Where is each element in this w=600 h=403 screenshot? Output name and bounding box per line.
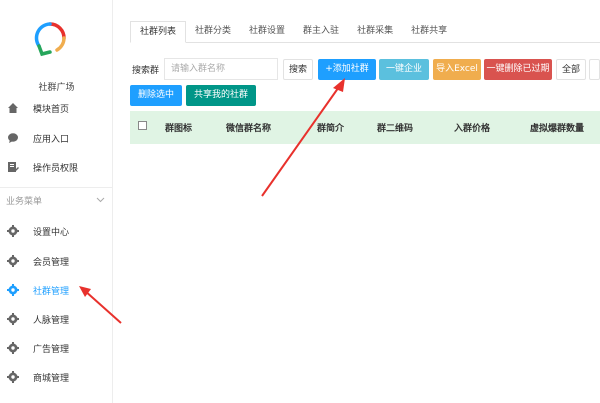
tab-community-collect[interactable]: 社群采集 <box>348 21 402 43</box>
column-header: 群简介 <box>317 124 345 134</box>
sidebar-item-app-entry[interactable]: 应用入口 <box>0 127 113 149</box>
search-label: 搜索群 <box>132 66 160 76</box>
column-header: 虚拟爆群数量 <box>530 124 585 134</box>
sidebar-item-label: 操作员权限 <box>33 163 79 174</box>
tab-bar: 社群列表 社群分类 社群设置 群主入驻 社群采集 社群共享 <box>130 21 600 43</box>
section-label: 业务菜单 <box>6 197 43 207</box>
gear-icon <box>6 370 20 384</box>
main-content: 社群列表 社群分类 社群设置 群主入驻 社群采集 社群共享 搜索群 搜索 +添加… <box>113 0 600 403</box>
delete-selected-button[interactable]: 删除选中 <box>130 85 182 106</box>
sidebar-item-home[interactable]: 模块首页 <box>0 97 113 119</box>
home-icon <box>6 101 20 115</box>
chat-bubble-icon <box>6 131 20 145</box>
sidebar-item-contacts-management[interactable]: 人脉管理 <box>0 308 113 330</box>
import-excel-button[interactable]: 导入Excel <box>433 59 481 80</box>
search-input[interactable] <box>164 58 278 80</box>
sidebar-item-community-management[interactable]: 社群管理 <box>0 279 113 301</box>
all-button[interactable]: 全部 <box>556 59 586 80</box>
sidebar-item-member-management[interactable]: 会员管理 <box>0 250 113 272</box>
gear-icon <box>6 254 20 268</box>
more-button[interactable] <box>589 59 600 80</box>
logo <box>30 18 70 68</box>
chevron-down-icon <box>96 196 105 206</box>
column-header: 群二维码 <box>377 124 414 134</box>
sidebar: 社群广场 模块首页 应用入口 操作员权限 业务菜单 设置中心 会员管理 社群管理… <box>0 0 113 403</box>
tab-community-share[interactable]: 社群共享 <box>402 21 456 43</box>
column-header: 微信群名称 <box>226 124 272 134</box>
add-community-button[interactable]: +添加社群 <box>318 59 376 80</box>
select-all-checkbox[interactable] <box>138 121 147 130</box>
one-click-enterprise-button[interactable]: 一键企业 <box>379 59 429 80</box>
sidebar-item-label: 会员管理 <box>33 257 70 268</box>
user-edit-icon <box>6 160 20 174</box>
sidebar-item-label: 商城管理 <box>33 373 70 384</box>
sidebar-item-ad-management[interactable]: 广告管理 <box>0 337 113 359</box>
sidebar-item-settings-center[interactable]: 设置中心 <box>0 220 113 242</box>
search-button[interactable]: 搜索 <box>283 59 313 80</box>
tab-community-list[interactable]: 社群列表 <box>130 21 187 43</box>
sidebar-item-label: 设置中心 <box>33 227 70 238</box>
column-header: 群图标 <box>165 124 193 134</box>
tab-community-settings[interactable]: 社群设置 <box>240 21 294 43</box>
gear-icon <box>6 341 20 355</box>
gear-icon <box>6 312 20 326</box>
sidebar-item-label: 应用入口 <box>33 134 70 145</box>
sidebar-item-operator-permissions[interactable]: 操作员权限 <box>0 156 113 178</box>
sidebar-item-label: 模块首页 <box>33 104 70 115</box>
tab-community-categories[interactable]: 社群分类 <box>186 21 240 43</box>
app-name: 社群广场 <box>38 83 75 93</box>
sidebar-section-business[interactable]: 业务菜单 <box>0 187 113 213</box>
column-header: 入群价格 <box>454 124 491 134</box>
gear-icon <box>6 283 20 297</box>
share-my-community-button[interactable]: 共享我的社群 <box>186 85 256 106</box>
table-header: 群图标 微信群名称 群简介 群二维码 入群价格 虚拟爆群数量 <box>130 111 600 144</box>
sidebar-item-label: 社群管理 <box>33 286 70 297</box>
logo-icon <box>34 22 66 57</box>
gear-icon <box>6 224 20 238</box>
sidebar-item-label: 人脉管理 <box>33 315 70 326</box>
delete-expired-button[interactable]: 一键删除已过期 <box>484 59 552 80</box>
sidebar-item-mall-management[interactable]: 商城管理 <box>0 366 113 388</box>
sidebar-item-label: 广告管理 <box>33 344 70 355</box>
tab-owner-entry[interactable]: 群主入驻 <box>294 21 348 43</box>
